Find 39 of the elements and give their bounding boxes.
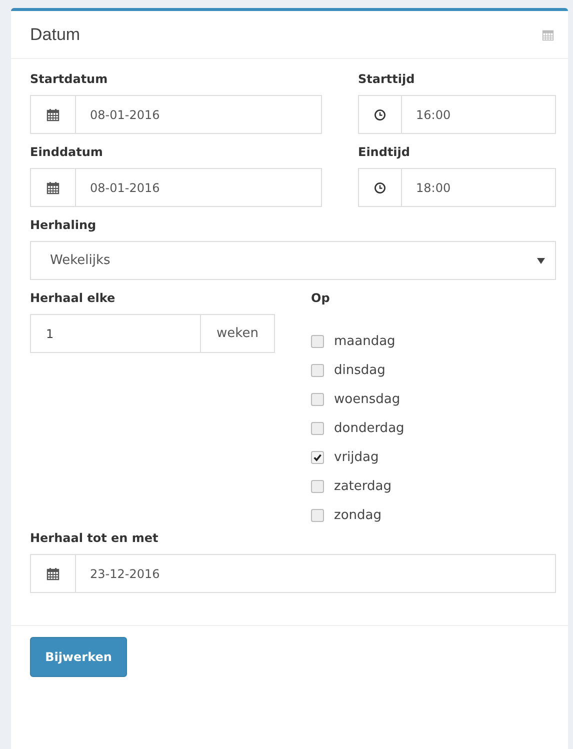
field-label: Herhaling xyxy=(30,217,98,234)
field-label: Einddatum xyxy=(30,144,104,161)
calendar-icon xyxy=(46,108,60,122)
day-label: woensdag xyxy=(334,392,400,407)
day-checkbox[interactable] xyxy=(311,422,324,435)
day-checkbox[interactable] xyxy=(311,393,324,406)
day-label: zaterdag xyxy=(334,479,392,494)
panel-title: Datum xyxy=(30,24,80,44)
unit-addon: weken xyxy=(216,325,260,343)
day-checkbox[interactable] xyxy=(311,451,324,464)
field-label: Op xyxy=(311,290,331,307)
date-field[interactable]: 23-12-2016 xyxy=(30,554,556,593)
day-checkbox[interactable] xyxy=(311,364,324,377)
day-checkbox[interactable] xyxy=(311,480,324,493)
update-button[interactable]: Bijwerken xyxy=(30,637,127,677)
clock-icon xyxy=(374,108,386,120)
calendar-icon xyxy=(542,28,554,40)
day-checkbox[interactable] xyxy=(311,509,324,522)
time-field[interactable]: 18:00 xyxy=(358,168,556,207)
clock-icon xyxy=(374,182,386,194)
field-label: Herhaal elke xyxy=(30,290,116,307)
day-label: donderdag xyxy=(334,421,404,436)
calendar-icon xyxy=(46,180,60,194)
day-label: dinsdag xyxy=(334,363,386,378)
caret-icon xyxy=(537,258,545,264)
time-field[interactable]: 16:00 xyxy=(358,95,556,134)
calendar-icon xyxy=(46,566,60,580)
day-label: zondag xyxy=(334,508,382,523)
day-label: maandag xyxy=(334,334,396,349)
interval-input[interactable]: 1 xyxy=(31,315,201,352)
date-field[interactable]: 08-01-2016 xyxy=(30,95,322,134)
date-field[interactable]: 08-01-2016 xyxy=(30,168,322,207)
day-checkbox[interactable] xyxy=(311,335,324,348)
field-label: Eindtijd xyxy=(358,144,411,161)
field-label: Herhaal tot en met xyxy=(30,530,160,547)
field-label: Starttijd xyxy=(358,71,416,88)
day-label: vrijdag xyxy=(334,450,379,465)
field-label: Startdatum xyxy=(30,71,109,88)
repeat-dropdown[interactable]: Wekelijks xyxy=(30,241,556,280)
